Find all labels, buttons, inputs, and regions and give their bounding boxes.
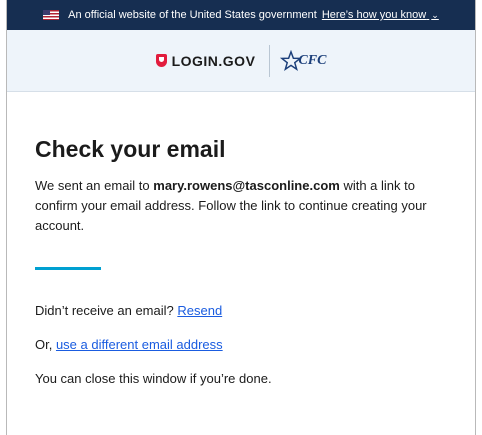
heres-how-you-know-link[interactable]: Here’s how you know ⌄	[322, 9, 439, 21]
accent-divider	[35, 267, 101, 270]
page-frame: An official website of the United States…	[6, 0, 476, 435]
gov-banner-text: An official website of the United States…	[68, 9, 317, 21]
heres-how-you-know-label: Here’s how you know	[321, 9, 427, 21]
cfc-logo-text: CFC	[298, 52, 327, 68]
page-title: Check your email	[35, 136, 226, 162]
different-prefix: Or,	[35, 337, 56, 352]
close-window-text: You can close this window if you’re done…	[35, 371, 272, 386]
resend-link[interactable]: Resend	[177, 303, 222, 318]
us-flag-icon	[43, 10, 60, 20]
different-email-line: Or, use a different email address	[35, 337, 475, 352]
cfc-logo: CFC	[270, 49, 327, 72]
login-gov-logo-text: LOGIN.GOV	[171, 52, 256, 69]
resend-line: Didn’t receive an email? Resend	[35, 303, 475, 318]
chevron-down-icon: ⌄	[431, 10, 439, 20]
shield-icon	[155, 54, 167, 67]
message-part1: We sent an email to	[35, 178, 154, 193]
main-content: Check your email We sent an email to mar…	[7, 92, 475, 386]
email-address: mary.rowens@tasconline.com	[153, 178, 340, 193]
login-gov-logo: LOGIN.GOV	[155, 52, 270, 69]
site-header: LOGIN.GOV CFC	[7, 30, 475, 92]
gov-banner: An official website of the United States…	[7, 0, 475, 30]
resend-prompt: Didn’t receive an email?	[35, 303, 174, 318]
use-different-email-link[interactable]: use a different email address	[56, 337, 223, 352]
confirmation-message: We sent an email to mary.rowens@tasconli…	[35, 176, 445, 236]
